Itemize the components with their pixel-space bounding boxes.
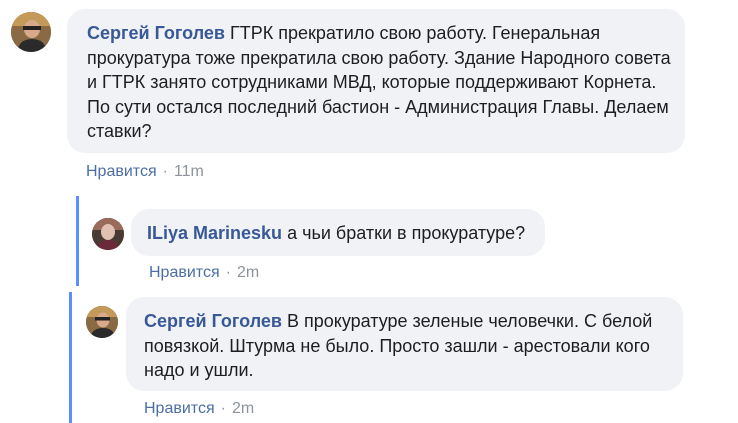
avatar[interactable] (86, 306, 118, 338)
like-button[interactable]: Нравится (149, 264, 220, 282)
like-button[interactable]: Нравится (144, 400, 215, 418)
comment-text: а чьи братки в прокуратуре? (287, 223, 526, 243)
reply-thread-line (69, 292, 72, 423)
comment-bubble: Сергей Гоголев ГТРК прекратило свою рабо… (67, 9, 685, 153)
profile-photo-icon (92, 218, 124, 250)
profile-photo-icon (86, 306, 118, 338)
like-button[interactable]: Нравится (86, 163, 157, 181)
comment-timestamp[interactable]: 2m (232, 400, 254, 418)
comment-bubble: ILiya Marinesku а чьи братки в прокурату… (131, 209, 545, 256)
comment-actions: Нравится · 2m (144, 400, 254, 418)
comment-timestamp[interactable]: 2m (237, 264, 259, 282)
avatar[interactable] (11, 12, 51, 52)
comment-author[interactable]: ILiya Marinesku (147, 223, 282, 243)
comment-author[interactable]: Сергей Гоголев (144, 311, 282, 331)
comment-actions: Нравится · 11m (86, 163, 204, 181)
comment-actions: Нравится · 2m (149, 264, 259, 282)
separator-dot: · (225, 264, 231, 281)
avatar[interactable] (92, 218, 124, 250)
comment-bubble: Сергей Гоголев В прокуратуре зеленые чел… (126, 297, 683, 391)
profile-photo-icon (11, 12, 51, 52)
separator-dot: · (220, 400, 226, 417)
reply-thread-line (76, 196, 79, 286)
comment-timestamp[interactable]: 11m (174, 163, 204, 181)
separator-dot: · (162, 163, 168, 180)
comment-author[interactable]: Сергей Гоголев (87, 23, 225, 43)
